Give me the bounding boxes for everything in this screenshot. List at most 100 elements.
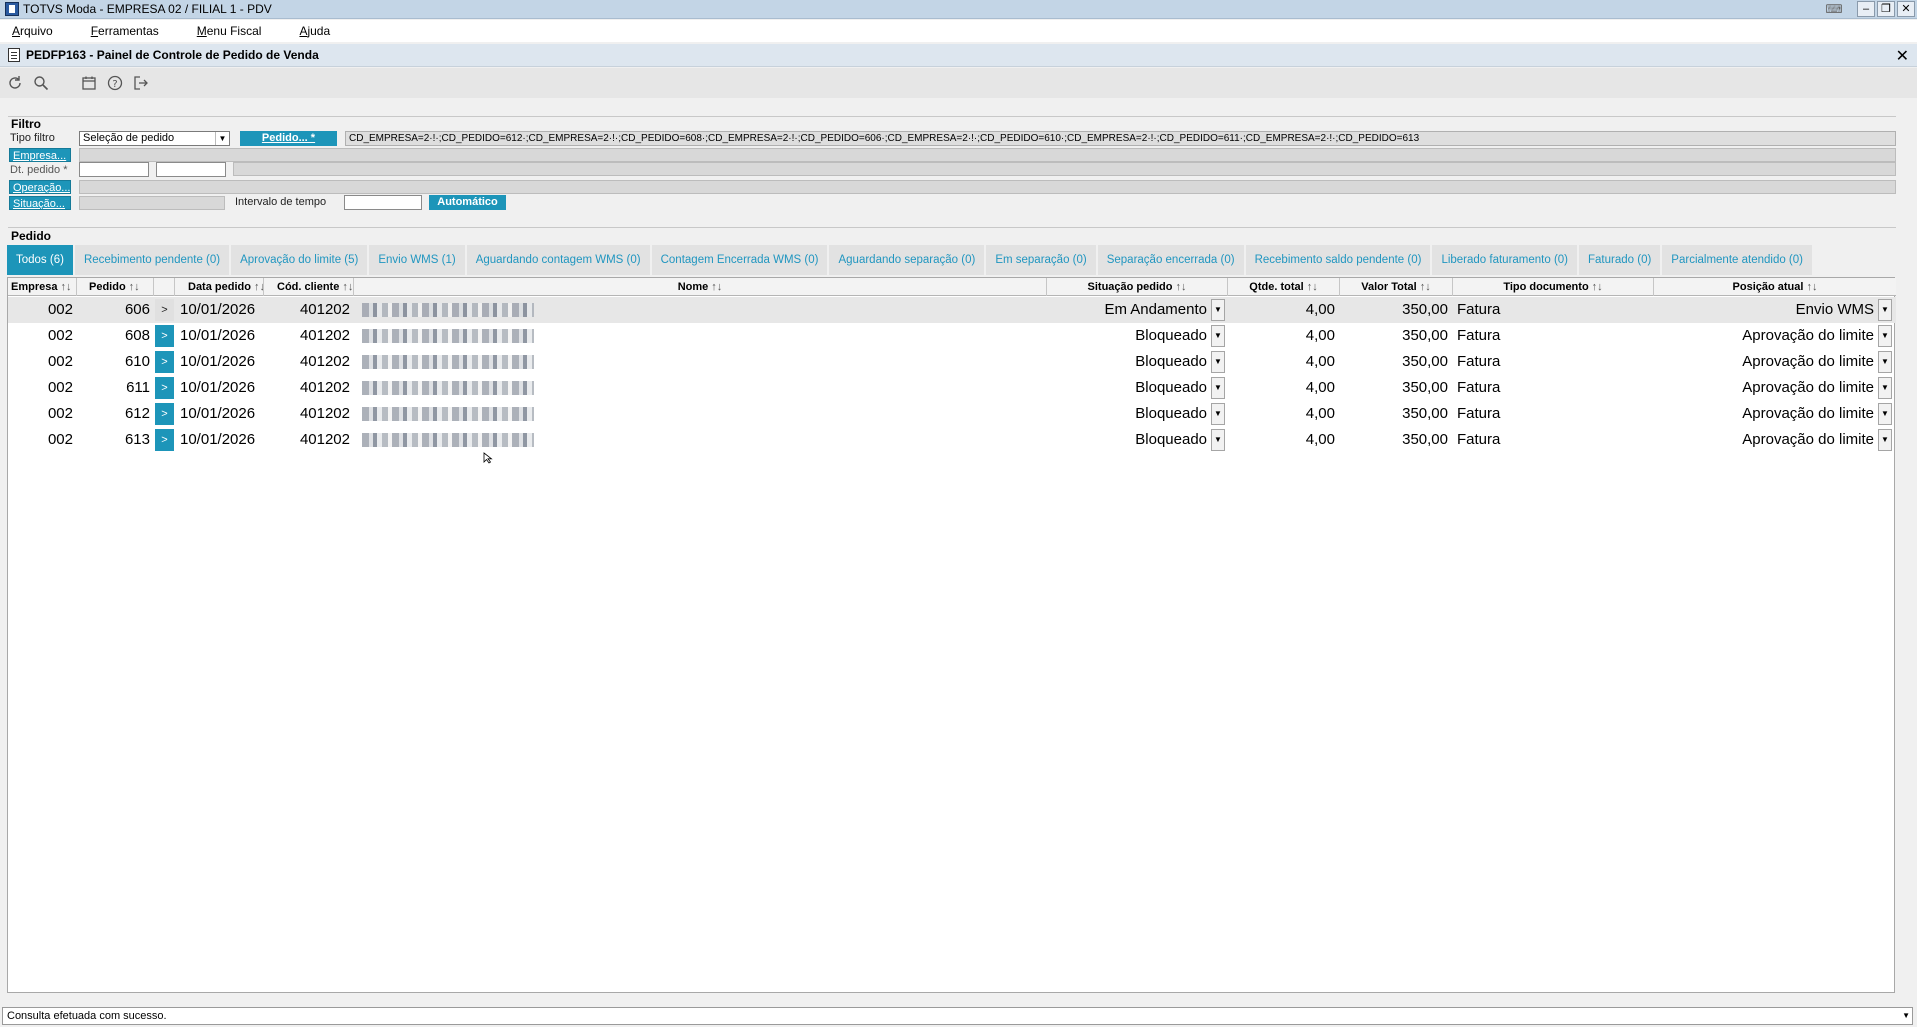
situacao-dropdown-icon[interactable]: ▼ (1211, 325, 1225, 347)
tab-faturado[interactable]: Faturado (0) (1579, 245, 1661, 275)
filter-divider (8, 116, 1896, 117)
situacao-field[interactable] (79, 196, 225, 210)
col-pedido[interactable]: Pedido ↑↓ (77, 278, 154, 296)
expand-row-button[interactable]: > (155, 299, 174, 321)
automatico-button[interactable]: Automático (429, 195, 506, 210)
tipo-filtro-label: Tipo filtro (10, 132, 55, 144)
col-posicao[interactable]: Posição atual ↑↓ (1654, 278, 1896, 296)
tab-aguardando-separacao[interactable]: Aguardando separação (0) (829, 245, 985, 275)
intervalo-input[interactable] (344, 195, 422, 210)
chevron-down-icon[interactable]: ▼ (215, 132, 229, 145)
svg-text:?: ? (112, 79, 117, 90)
situacao-dropdown-icon[interactable]: ▼ (1211, 377, 1225, 399)
tab-todos[interactable]: Todos (6) (7, 245, 73, 275)
table-row[interactable]: 002 612 > 10/01/2026 401202 Bloqueado ▼ … (8, 401, 1896, 427)
mouse-cursor-icon (483, 452, 493, 464)
pedido-section-label: Pedido (11, 229, 52, 243)
empresa-button[interactable]: Empresa... (9, 148, 71, 162)
dt-pedido-extra-field (233, 162, 1896, 176)
refresh-icon[interactable] (6, 74, 24, 92)
situacao-dropdown-icon[interactable]: ▼ (1211, 403, 1225, 425)
table-row[interactable]: 002 606 > 10/01/2026 401202 Em Andamento… (8, 297, 1896, 323)
col-situacao[interactable]: Situação pedido ↑↓ (1047, 278, 1228, 296)
customer-name-redacted (362, 355, 534, 369)
tab-aguardando-contagem-wms[interactable]: Aguardando contagem WMS (0) (466, 245, 650, 275)
pedido-divider (8, 227, 1896, 228)
empresa-field[interactable] (79, 148, 1896, 162)
title-bar: TOTVS Moda - EMPRESA 02 / FILIAL 1 - PDV… (0, 0, 1917, 19)
form-title: PEDFP163 - Painel de Controle de Pedido … (26, 48, 319, 62)
col-nome[interactable]: Nome ↑↓ (354, 278, 1047, 296)
dt-pedido-start-input[interactable] (79, 162, 149, 177)
customer-name-redacted (362, 329, 534, 343)
restore-button[interactable]: ❐ (1877, 1, 1895, 17)
close-form-icon[interactable]: ✕ (1896, 46, 1909, 66)
expand-row-button[interactable]: > (155, 325, 174, 347)
search-icon[interactable] (32, 74, 50, 92)
minimize-button[interactable]: – (1857, 1, 1875, 17)
filter-section-label: Filtro (11, 117, 41, 131)
col-empresa[interactable]: Empresa ↑↓ (8, 278, 77, 296)
col-qtde[interactable]: Qtde. total ↑↓ (1228, 278, 1340, 296)
keyboard-icon[interactable]: ⌨ (1821, 1, 1847, 17)
orders-grid: Empresa ↑↓ Pedido ↑↓ Data pedido ↑↓ Cód. cl… (7, 277, 1896, 993)
customer-name-redacted (362, 407, 534, 421)
close-window-button[interactable]: ✕ (1897, 1, 1915, 17)
dt-pedido-end-input[interactable] (156, 162, 226, 177)
posicao-dropdown-icon[interactable]: ▼ (1878, 299, 1892, 321)
intervalo-label: Intervalo de tempo (235, 196, 327, 208)
situacao-dropdown-icon[interactable]: ▼ (1211, 299, 1225, 321)
posicao-dropdown-icon[interactable]: ▼ (1878, 351, 1892, 373)
table-row[interactable]: 002 608 > 10/01/2026 401202 Bloqueado ▼ … (8, 323, 1896, 349)
operacao-button[interactable]: Operação... (9, 180, 71, 194)
toolbar: ? (0, 68, 1917, 98)
situacao-dropdown-icon[interactable]: ▼ (1211, 351, 1225, 373)
posicao-dropdown-icon[interactable]: ▼ (1878, 403, 1892, 425)
expand-row-button[interactable]: > (155, 429, 174, 451)
menu-ajuda[interactable]: Ajuda (299, 24, 330, 38)
menu-bar: Arquivo Ferramentas Menu Fiscal Ajuda (0, 20, 1917, 42)
menu-fiscal[interactable]: Menu Fiscal (197, 24, 262, 38)
pedido-button[interactable]: Pedido... * (240, 131, 337, 146)
help-icon[interactable]: ? (106, 74, 124, 92)
exit-icon[interactable] (132, 74, 150, 92)
tab-separacao-encerrada[interactable]: Separação encerrada (0) (1097, 245, 1244, 275)
tab-contagem-encerrada-wms[interactable]: Contagem Encerrada WMS (0) (651, 245, 828, 275)
menu-ferramentas[interactable]: Ferramentas (91, 24, 159, 38)
tipo-filtro-select[interactable]: Seleção de pedido ▼ (79, 131, 230, 146)
form-header: PEDFP163 - Painel de Controle de Pedido … (0, 44, 1917, 67)
chevron-down-icon[interactable]: ▼ (1902, 1008, 1910, 1024)
table-row[interactable]: 002 610 > 10/01/2026 401202 Bloqueado ▼ … (8, 349, 1896, 375)
tab-em-separacao[interactable]: Em separação (0) (986, 245, 1096, 275)
col-cod-cliente[interactable]: Cód. cliente ↑↓ (264, 278, 354, 296)
pedido-filter-field[interactable]: CD_EMPRESA=2·!·;CD_PEDIDO=612·;CD_EMPRES… (345, 131, 1896, 146)
situacao-button[interactable]: Situação... (9, 196, 71, 210)
tab-recebimento-pendente[interactable]: Recebimento pendente (0) (74, 245, 230, 275)
tab-envio-wms[interactable]: Envio WMS (1) (369, 245, 465, 275)
window-title: TOTVS Moda - EMPRESA 02 / FILIAL 1 - PDV (23, 2, 272, 16)
tab-recebimento-saldo-pendente[interactable]: Recebimento saldo pendente (0) (1245, 245, 1431, 275)
tab-parcialmente-atendido[interactable]: Parcialmente atendido (0) (1662, 245, 1812, 275)
operacao-field[interactable] (79, 180, 1896, 194)
col-valor[interactable]: Valor Total ↑↓ (1340, 278, 1453, 296)
posicao-dropdown-icon[interactable]: ▼ (1878, 429, 1892, 451)
posicao-dropdown-icon[interactable]: ▼ (1878, 377, 1892, 399)
table-row[interactable]: 002 613 > 10/01/2026 401202 Bloqueado ▼ … (8, 427, 1896, 453)
tipo-filtro-value: Seleção de pedido (83, 132, 175, 144)
expand-row-button[interactable]: > (155, 377, 174, 399)
menu-arquivo[interactable]: Arquivo (12, 24, 53, 38)
tab-liberado-faturamento[interactable]: Liberado faturamento (0) (1432, 245, 1578, 275)
calendar-icon[interactable] (80, 74, 98, 92)
expand-row-button[interactable]: > (155, 351, 174, 373)
col-data-pedido[interactable]: Data pedido ↑↓ (175, 278, 264, 296)
window-controls: ⌨ – ❐ ✕ (1821, 1, 1915, 17)
expand-row-button[interactable]: > (155, 403, 174, 425)
customer-name-redacted (362, 381, 534, 395)
tab-aprovacao-limite[interactable]: Aprovação do limite (5) (231, 245, 368, 275)
col-tipo-documento[interactable]: Tipo documento ↑↓ (1453, 278, 1654, 296)
posicao-dropdown-icon[interactable]: ▼ (1878, 325, 1892, 347)
situacao-dropdown-icon[interactable]: ▼ (1211, 429, 1225, 451)
document-icon (8, 48, 20, 62)
table-row[interactable]: 002 611 > 10/01/2026 401202 Bloqueado ▼ … (8, 375, 1896, 401)
status-message: Consulta efetuada com sucesso. (7, 1010, 167, 1022)
